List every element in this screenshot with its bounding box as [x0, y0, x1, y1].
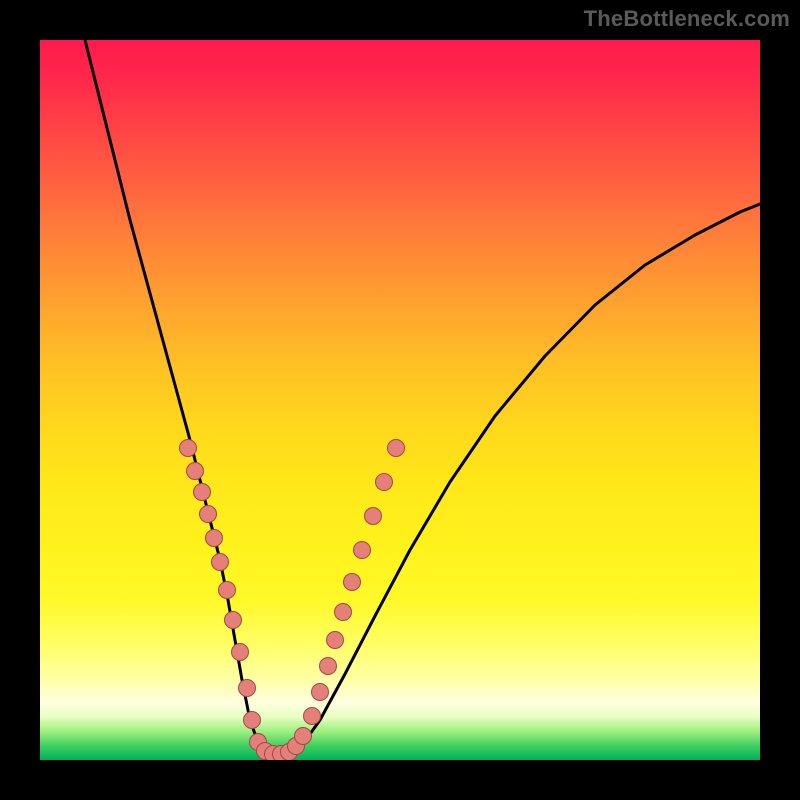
image-frame: TheBottleneck.com: [0, 0, 800, 800]
data-marker: [206, 530, 223, 547]
data-marker: [219, 582, 236, 599]
bottleneck-curve: [85, 40, 760, 754]
marker-group: [180, 440, 405, 761]
data-marker: [295, 728, 312, 745]
chart-svg: [40, 40, 760, 760]
data-marker: [365, 508, 382, 525]
data-marker: [388, 440, 405, 457]
data-marker: [194, 484, 211, 501]
data-marker: [244, 712, 261, 729]
data-marker: [212, 554, 229, 571]
data-marker: [304, 708, 321, 725]
data-marker: [239, 680, 256, 697]
data-marker: [335, 604, 352, 621]
data-marker: [327, 632, 344, 649]
data-marker: [312, 684, 329, 701]
data-marker: [376, 474, 393, 491]
data-marker: [344, 574, 361, 591]
data-marker: [200, 506, 217, 523]
data-marker: [180, 440, 197, 457]
plot-area: [40, 40, 760, 760]
data-marker: [354, 542, 371, 559]
curve-path: [85, 40, 760, 754]
data-marker: [232, 644, 249, 661]
data-marker: [187, 463, 204, 480]
data-marker: [225, 612, 242, 629]
watermark-text: TheBottleneck.com: [584, 6, 790, 32]
data-marker: [320, 658, 337, 675]
